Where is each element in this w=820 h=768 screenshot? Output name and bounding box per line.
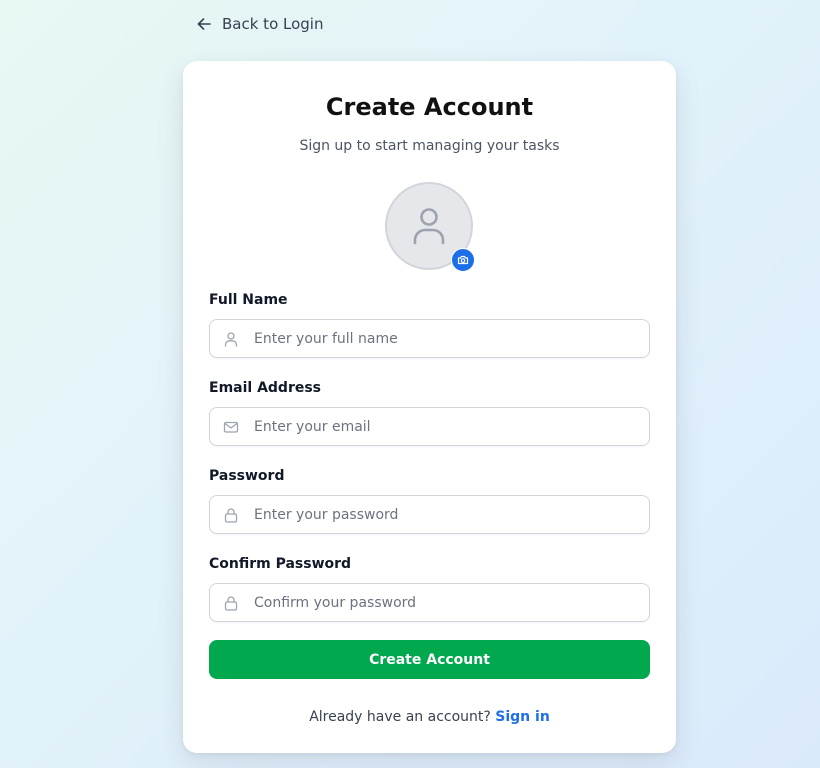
sign-in-link[interactable]: Sign in — [495, 709, 550, 725]
full-name-input[interactable] — [254, 320, 639, 357]
user-icon — [413, 208, 445, 245]
mail-icon — [223, 421, 239, 433]
full-name-field[interactable] — [209, 319, 650, 358]
create-account-button[interactable]: Create Account — [209, 640, 650, 679]
lock-icon — [224, 508, 238, 523]
signin-prompt-text: Already have an account? — [309, 709, 491, 725]
confirm-password-input[interactable] — [254, 584, 639, 621]
user-icon — [224, 332, 238, 347]
camera-icon — [457, 255, 469, 265]
arrow-left-icon — [197, 18, 211, 30]
page-title: Create Account — [325, 93, 534, 121]
email-input[interactable] — [254, 408, 639, 445]
camera-upload-button[interactable] — [451, 248, 475, 272]
page-subtitle: Sign up to start managing your tasks — [299, 138, 560, 154]
lock-icon — [224, 596, 238, 611]
email-field[interactable] — [209, 407, 650, 446]
back-to-login-link[interactable]: Back to Login — [196, 12, 323, 36]
password-label: Password — [209, 468, 285, 484]
back-link-label: Back to Login — [222, 15, 324, 33]
full-name-label: Full Name — [209, 292, 288, 308]
password-input[interactable] — [254, 496, 639, 533]
confirm-password-label: Confirm Password — [209, 556, 352, 572]
signin-prompt: Already have an account? Sign in — [183, 707, 676, 727]
password-field[interactable] — [209, 495, 650, 534]
email-label: Email Address — [209, 380, 322, 396]
confirm-password-field[interactable] — [209, 583, 650, 622]
signup-card: Create Account Sign up to start managing… — [183, 61, 676, 753]
